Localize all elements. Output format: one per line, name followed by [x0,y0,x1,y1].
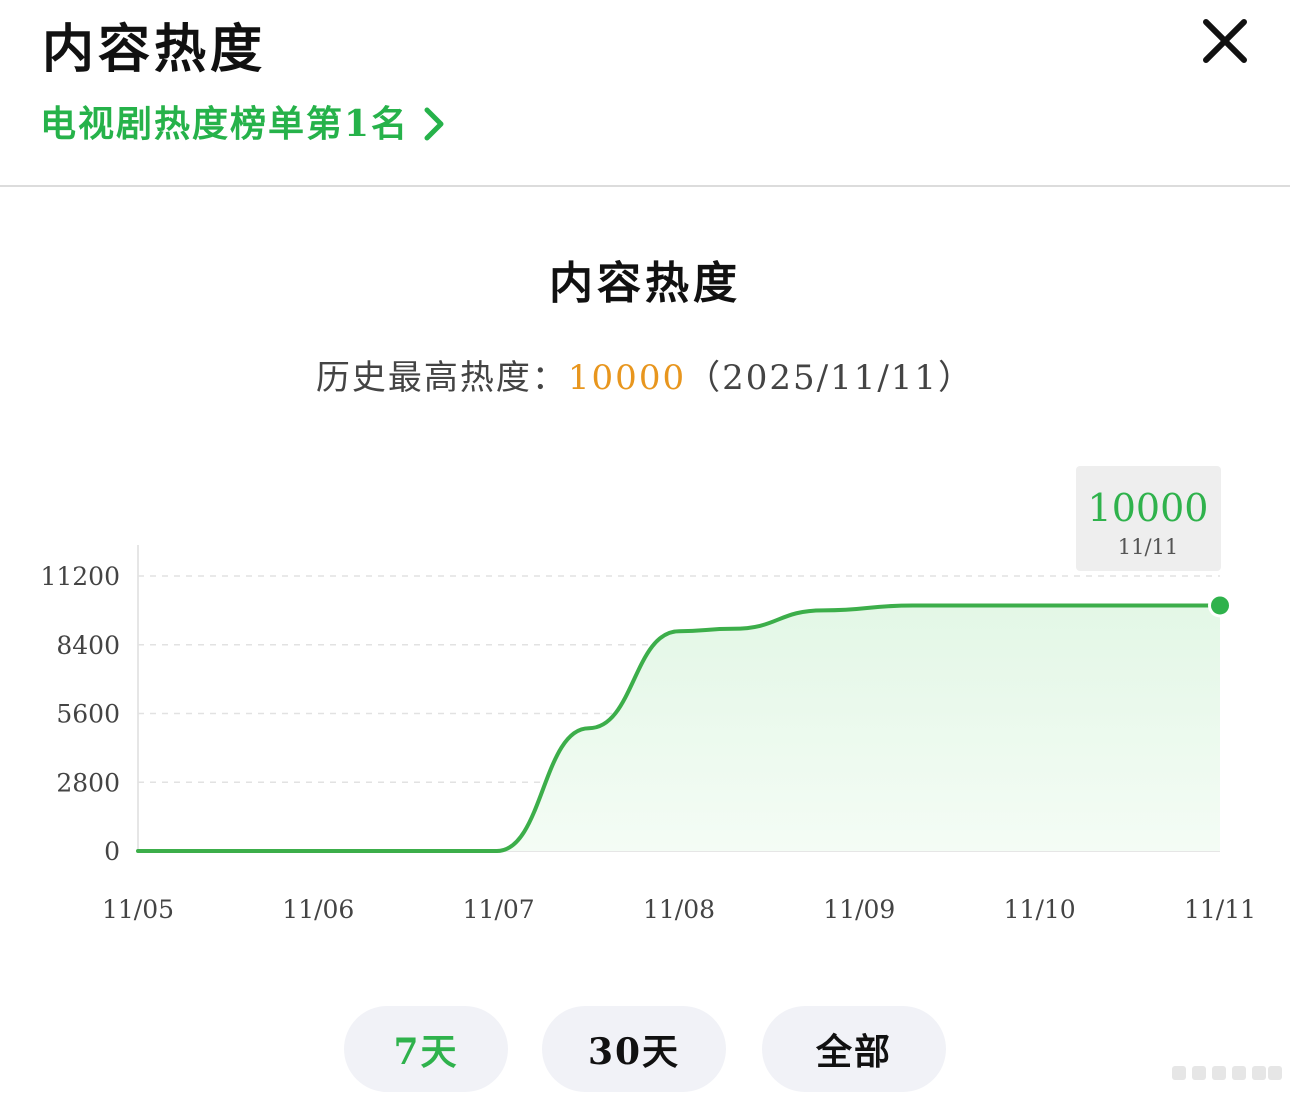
x-tick-label: 11/07 [463,895,535,924]
x-tick-label: 11/05 [102,895,174,924]
y-tick-label: 11200 [40,562,120,591]
tab-all[interactable]: 全部 [762,1006,946,1092]
watermark-dots [1172,1066,1282,1080]
range-tabs: 7天 30天 全部 [0,1006,1290,1096]
x-tick-label: 11/09 [823,895,895,924]
y-tick-label: 0 [104,837,120,866]
tooltip-date: 11/11 [1118,535,1179,559]
tab-all-label: 全部 [815,1031,892,1073]
tab-7-days-label: 7天 [393,1031,459,1073]
tab-30-days-label: 30天 [587,1031,681,1073]
highlight-point [1211,596,1229,615]
x-tick-label: 11/06 [282,895,354,924]
y-tick-label: 5600 [56,700,120,729]
x-tick-label: 11/10 [1004,895,1076,924]
series-area [138,605,1220,851]
tab-7-days[interactable]: 7天 [344,1006,508,1092]
x-tick-label: 11/08 [643,895,715,924]
tab-30-days[interactable]: 30天 [542,1006,726,1092]
x-tick-label: 11/11 [1184,895,1256,924]
y-tick-label: 2800 [56,768,120,797]
y-tick-label: 8400 [56,631,120,660]
tooltip-value: 10000 [1088,486,1209,530]
heat-chart: 0 2800 5600 8400 11200 11/05 11/06 11/07 11/08 11… [40,466,1256,924]
